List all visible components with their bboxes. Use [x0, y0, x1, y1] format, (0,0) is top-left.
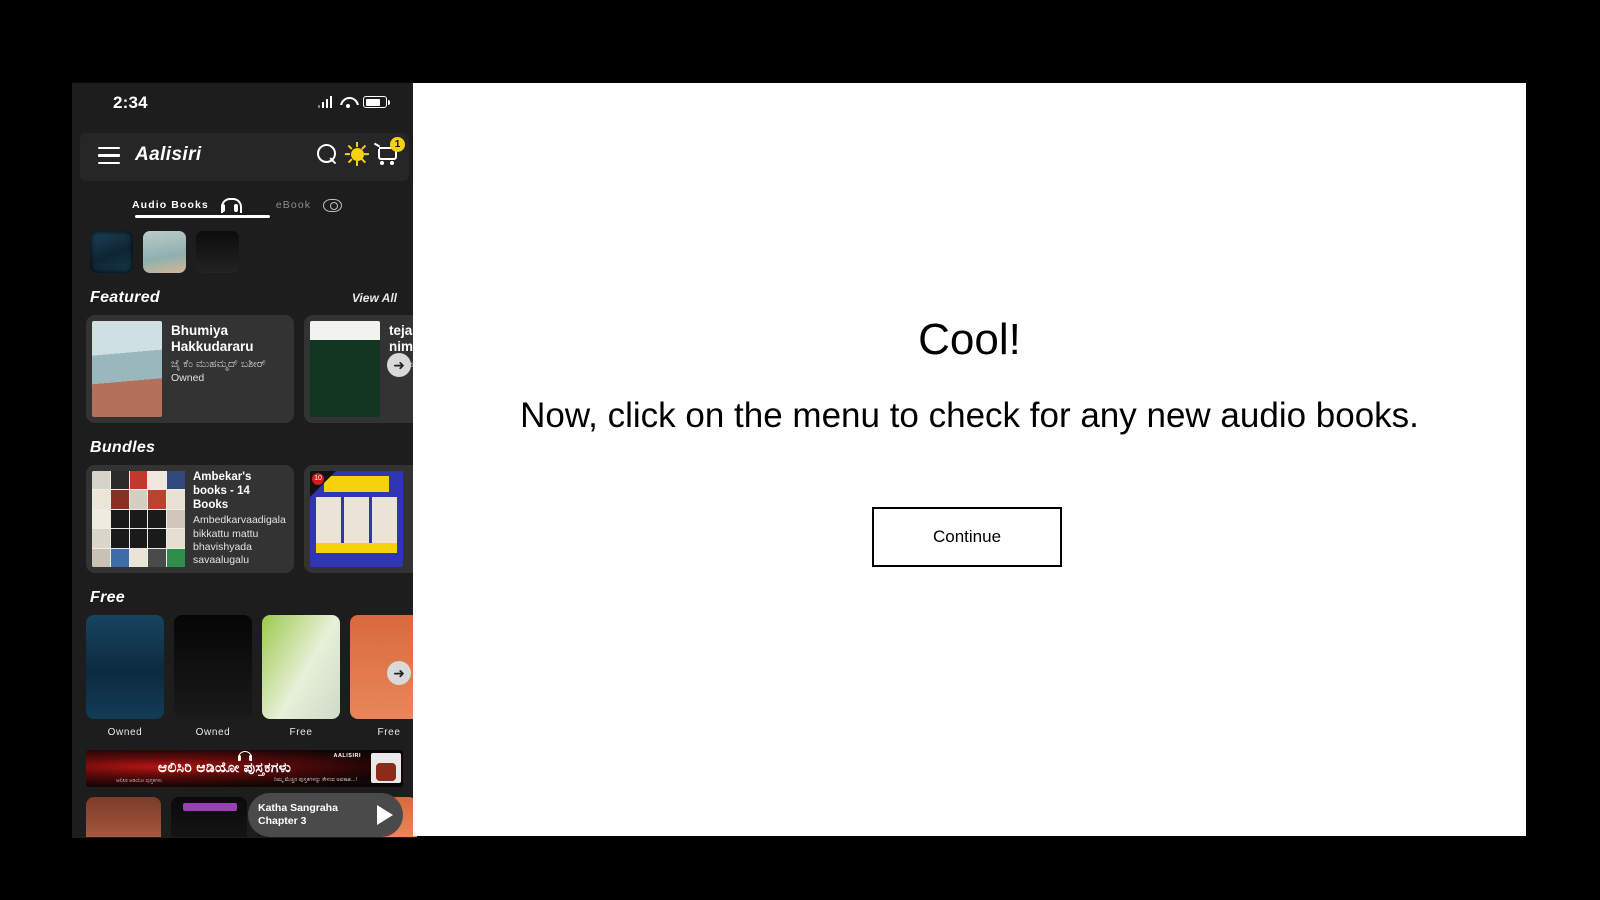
section-header-featured: Featured View All	[72, 273, 417, 307]
tab-audio-books[interactable]: Audio Books	[132, 198, 242, 213]
overlay-instruction-text: Now, click on the menu to check for any …	[520, 396, 1419, 435]
book-cover-image[interactable]	[86, 797, 162, 837]
section-title-featured: Featured	[90, 289, 160, 306]
featured-card-bhumiya[interactable]: Bhumiya Hakkudararu ಜೈ ಕೆಂ ಮುಹಮ್ಮದ್ ಬಶೀರ…	[86, 315, 294, 423]
bundle-cover-collage: 10	[310, 471, 403, 567]
signal-bars-icon	[317, 96, 332, 108]
battery-icon	[363, 96, 390, 108]
arrow-right-icon[interactable]: ➜	[387, 660, 411, 685]
app-bar: Aalisiri 1	[80, 133, 409, 181]
featured-view-all-link[interactable]: View All	[352, 291, 397, 305]
book-cover-image	[262, 615, 340, 719]
bundle-description: Ambedkarvaadigala bikkattu mattu bhavish…	[193, 514, 286, 567]
app-title: Aalisiri	[135, 144, 202, 165]
book-cover-image	[174, 615, 252, 719]
book-cover-image	[86, 615, 164, 719]
app-bar-actions: 1	[317, 136, 405, 167]
featured-author: ಜೈ ಕೆಂ ಮುಹಮ್ಮದ್ ಬಶೀರ್	[171, 357, 266, 370]
banner-logo	[371, 753, 401, 783]
shopping-cart-icon[interactable]: 1	[373, 136, 405, 167]
phone-app-viewport: 2:34 Aalisiri 1 Audio Books eBook Featur…	[72, 83, 417, 838]
bundles-carousel: Ambekar's books - 14 Books Ambedkarvaadi…	[72, 457, 417, 573]
free-item-best-of-geetha[interactable]: Owned	[174, 615, 252, 738]
status-icons	[317, 96, 390, 108]
recent-thumb-best-of-geetha[interactable]	[196, 231, 239, 273]
overlay-title: Cool!	[918, 315, 1021, 364]
content-type-tabs: Audio Books eBook	[72, 189, 417, 221]
recent-thumb-katha-sangraha[interactable]	[90, 231, 133, 273]
free-item-label: Free	[377, 727, 401, 738]
free-item-label: Owned	[107, 727, 143, 738]
banner-tiny-text: ಆಲಿಸಿರಿ ಆಡಿಯೋ ಪುಸ್ತಕಗಳು	[116, 778, 163, 784]
continue-button[interactable]: Continue	[872, 507, 1062, 567]
featured-ownership-status: Owned	[171, 371, 205, 384]
banner-title: ಆಲಿಸಿರಿ ಆಡಿಯೋ ಪುಸ್ತಕಗಳು	[157, 759, 292, 775]
arrow-right-icon[interactable]: ➜	[387, 353, 411, 377]
status-time: 2:34	[113, 93, 148, 112]
section-header-free: Free	[72, 573, 417, 607]
recent-thumb-bhumiya[interactable]	[143, 231, 186, 273]
bundle-discount-badge: 10	[312, 473, 324, 485]
section-header-bundles: Bundles	[72, 423, 417, 457]
sun-icon[interactable]	[344, 141, 370, 167]
book-cover-image	[310, 321, 380, 417]
screen-root: 2:34 Aalisiri 1 Audio Books eBook Featur…	[0, 0, 1600, 900]
bundle-title: Ambekar's books - 14 Books	[193, 471, 252, 511]
tab-ebook-label: eBook	[275, 199, 312, 211]
featured-title: Bhumiya Hakkudararu	[171, 323, 254, 354]
featured-carousel: Bhumiya Hakkudararu ಜೈ ಕೆಂ ಮುಹಮ್ಮದ್ ಬಶೀರ…	[72, 307, 417, 423]
wifi-icon	[340, 96, 355, 108]
instruction-overlay-panel: Cool! Now, click on the menu to check fo…	[413, 83, 1526, 836]
free-item-label: Free	[289, 727, 313, 738]
bundle-cover-collage	[92, 471, 185, 567]
free-item-katha-sangraha[interactable]: Owned	[86, 615, 164, 738]
book-cover-image	[92, 321, 162, 417]
bundle-card-second[interactable]: 10	[304, 465, 417, 573]
play-icon[interactable]	[377, 805, 393, 825]
section-title-free: Free	[90, 589, 125, 606]
mini-player-title: Katha Sangraha	[258, 801, 338, 814]
book-cover-image[interactable]	[171, 797, 247, 837]
eye-icon	[323, 198, 343, 212]
banner-subtitle: ನಿಮ್ಮ ಮೆಚ್ಚಿನ ಪುಸ್ತಕಗಳನ್ನು ಕೇಳುವ ಅವಕಾಶ..…	[274, 777, 357, 783]
hamburger-menu-icon[interactable]	[98, 147, 120, 165]
promo-banner[interactable]: AALISIRI ಆಲಿಸಿರಿ ಆಡಿಯೋ ಪುಸ್ತಕಗಳು ಆಲಿಸಿರಿ…	[86, 750, 403, 787]
mini-player[interactable]: Katha Sangraha Chapter 3	[248, 793, 403, 837]
tab-active-indicator	[135, 215, 270, 218]
recent-thumbnails-row	[72, 221, 417, 273]
cart-badge: 1	[390, 136, 405, 152]
tab-audio-books-label: Audio Books	[132, 199, 209, 211]
mini-player-subtitle: Chapter 3	[258, 815, 307, 827]
headphones-icon	[220, 198, 242, 213]
free-item-ondu-muttina-kathe[interactable]: Free	[262, 615, 340, 738]
tab-ebook[interactable]: eBook	[275, 198, 343, 212]
search-icon[interactable]	[317, 143, 338, 165]
free-item-label: Owned	[195, 727, 231, 738]
free-carousel: Owned Owned Free Free ➜	[72, 607, 417, 738]
status-bar: 2:34	[72, 83, 417, 123]
section-title-bundles: Bundles	[90, 439, 156, 456]
bundle-card-ambedkar[interactable]: Ambekar's books - 14 Books Ambedkarvaadi…	[86, 465, 294, 573]
